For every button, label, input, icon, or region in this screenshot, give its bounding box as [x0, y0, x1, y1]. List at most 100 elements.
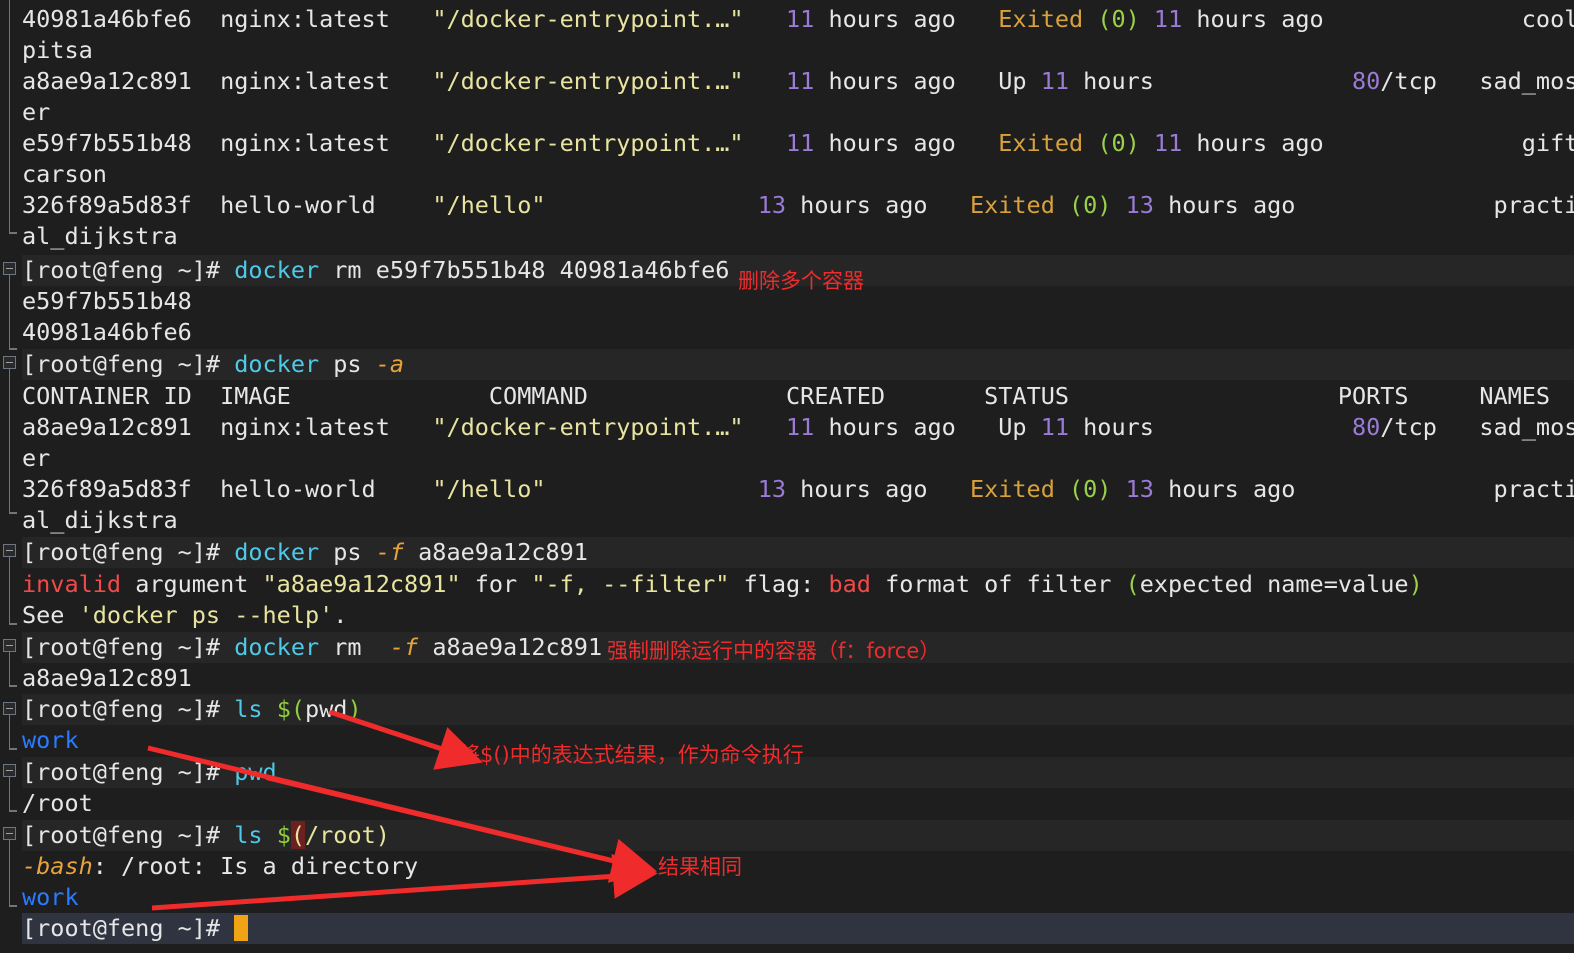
cell-created-num: 13 [757, 191, 787, 219]
cell-name-wrap: er [22, 444, 51, 472]
command-line-ls-pwd[interactable]: [root@feng ~]# ls $(pwd) [0, 694, 1574, 726]
error-text: argument [121, 570, 263, 598]
command-arg: a8ae9a12c891 [404, 538, 588, 566]
command-line-ps-a[interactable]: [root@feng ~]# docker ps -a [0, 349, 1574, 381]
command-args: rm e59f7b551b48 40981a46bfe6 [319, 256, 730, 284]
fold-line [8, 777, 11, 810]
help-hint-line: See 'docker ps --help'. [0, 600, 1574, 631]
removed-container-id: a8ae9a12c891 [22, 664, 192, 692]
error-flagname: "-f, --filter" [531, 570, 730, 598]
shell-prompt: [root@feng ~]# [22, 758, 221, 786]
anno-force-rm: 强制删除运行中的容器（f：force） [607, 639, 941, 663]
cell-name-wrap: al_dijkstra [22, 506, 178, 534]
cell-image: nginx:latest [220, 5, 390, 33]
anno-rm-multi: 删除多个容器 [738, 269, 864, 293]
fold-foot [8, 810, 17, 812]
cell-name-wrap: pitsa [22, 36, 93, 64]
cell-container-id: 40981a46bfe6 [22, 5, 192, 33]
table-row: e59f7b551b48 nginx:latest "/docker-entry… [0, 128, 1574, 159]
fold-foot [8, 685, 17, 687]
table-row: 326f89a5d83f hello-world "/hello" 13 hou… [0, 190, 1574, 221]
fold-toggle[interactable] [3, 702, 16, 715]
header-container-id: CONTAINER ID [22, 382, 192, 410]
cell-status-state: Exited [969, 475, 1055, 503]
table-row-wrap: er [0, 97, 1574, 128]
error-keyword: invalid [22, 570, 122, 598]
cell-name: sad_mos [1479, 413, 1574, 441]
shell-prompt: [root@feng ~]# [22, 821, 221, 849]
active-prompt-line[interactable]: [root@feng ~]# [0, 913, 1574, 945]
cell-status-num: 11 [1040, 413, 1070, 441]
command-name: docker [234, 633, 320, 661]
fold-line [8, 557, 11, 623]
error-keyword-bad: bad [828, 570, 871, 598]
cell-created-rest: hours ago [814, 413, 956, 441]
cell-status-num: 11 [1153, 129, 1183, 157]
cell-container-id: a8ae9a12c891 [22, 67, 192, 95]
help-hint-command: 'docker ps --help' [78, 601, 334, 629]
command-arg: a8ae9a12c891 [418, 633, 603, 661]
unmatched-paren: ( [290, 821, 305, 849]
fold-toggle[interactable] [3, 639, 16, 652]
subshell-close: ) [347, 695, 362, 723]
terminal-window[interactable]: 40981a46bfe6 nginx:latest "/docker-entry… [0, 0, 1574, 953]
error-text: format of filter [870, 570, 1126, 598]
cell-container-id: a8ae9a12c891 [22, 413, 192, 441]
cell-name: practic [1493, 191, 1574, 219]
fold-toggle[interactable] [3, 356, 16, 369]
cell-ports-num: 80 [1351, 67, 1381, 95]
fold-line [8, 0, 11, 232]
cell-status-rest: hours ago [1153, 475, 1296, 503]
cell-created-rest: hours ago [786, 475, 928, 503]
table-row-wrap: al_dijkstra [0, 221, 1574, 252]
cell-status-state: Exited [998, 129, 1084, 157]
cell-image: nginx:latest [220, 129, 390, 157]
error-paren-close: ) [1408, 570, 1423, 598]
header-ports: PORTS [1337, 382, 1409, 410]
fold-toggle[interactable] [3, 262, 16, 275]
cell-command: "/hello" [432, 475, 546, 503]
error-text: for [460, 570, 532, 598]
header-image: IMAGE [220, 382, 291, 410]
command-flag: -a [375, 350, 405, 378]
cell-status-state: Exited [998, 5, 1084, 33]
help-hint-dot: . [333, 601, 348, 629]
cell-container-id: 326f89a5d83f [22, 191, 192, 219]
header-command: COMMAND [488, 382, 588, 410]
cell-status-num: 13 [1125, 475, 1154, 503]
table-row: a8ae9a12c891 nginx:latest "/docker-entry… [0, 66, 1574, 97]
shell-prompt: [root@feng ~]# [22, 350, 221, 378]
cell-created-num: 11 [786, 5, 815, 33]
cell-status-state: Exited [969, 191, 1055, 219]
cell-name: gifted_ [1521, 129, 1574, 157]
directory-entry: work [22, 726, 79, 754]
fold-toggle[interactable] [3, 827, 16, 840]
cell-name: practic [1493, 475, 1574, 503]
subshell-open: $ [276, 821, 291, 849]
cell-status-num: 11 [1040, 67, 1070, 95]
shell-prompt: [root@feng ~]# [22, 633, 221, 661]
cell-status-rest: hours [1069, 67, 1154, 95]
cell-status-state: Up [998, 67, 1027, 95]
cell-created-rest: hours ago [814, 129, 956, 157]
table-row-wrap: al_dijkstra [0, 505, 1574, 536]
cell-created-rest: hours ago [786, 191, 928, 219]
error-expected: expected name=value [1139, 570, 1409, 598]
fold-toggle[interactable] [3, 544, 16, 557]
command-name: docker [234, 538, 320, 566]
command-name: docker [234, 350, 320, 378]
output-line: /root [0, 788, 1574, 819]
error-output-line: invalid argument "a8ae9a12c891" for "-f,… [0, 569, 1574, 600]
cell-command: "/docker-entrypoint.…" [432, 5, 744, 33]
header-status: STATUS [984, 382, 1070, 410]
fold-line [8, 275, 11, 348]
command-line-ps-f[interactable]: [root@feng ~]# docker ps -f a8ae9a12c891 [0, 537, 1574, 569]
cell-command: "/docker-entrypoint.…" [432, 129, 744, 157]
table-row: 40981a46bfe6 nginx:latest "/docker-entry… [0, 4, 1574, 35]
shell-prompt: [root@feng ~]# [22, 695, 221, 723]
cell-status-code: (0) [1069, 191, 1112, 219]
command-line-ls-root[interactable]: [root@feng ~]# ls $(/root) [0, 820, 1574, 852]
cell-status-num: 11 [1153, 5, 1183, 33]
cell-container-id: 326f89a5d83f [22, 475, 192, 503]
fold-toggle[interactable] [3, 764, 16, 777]
